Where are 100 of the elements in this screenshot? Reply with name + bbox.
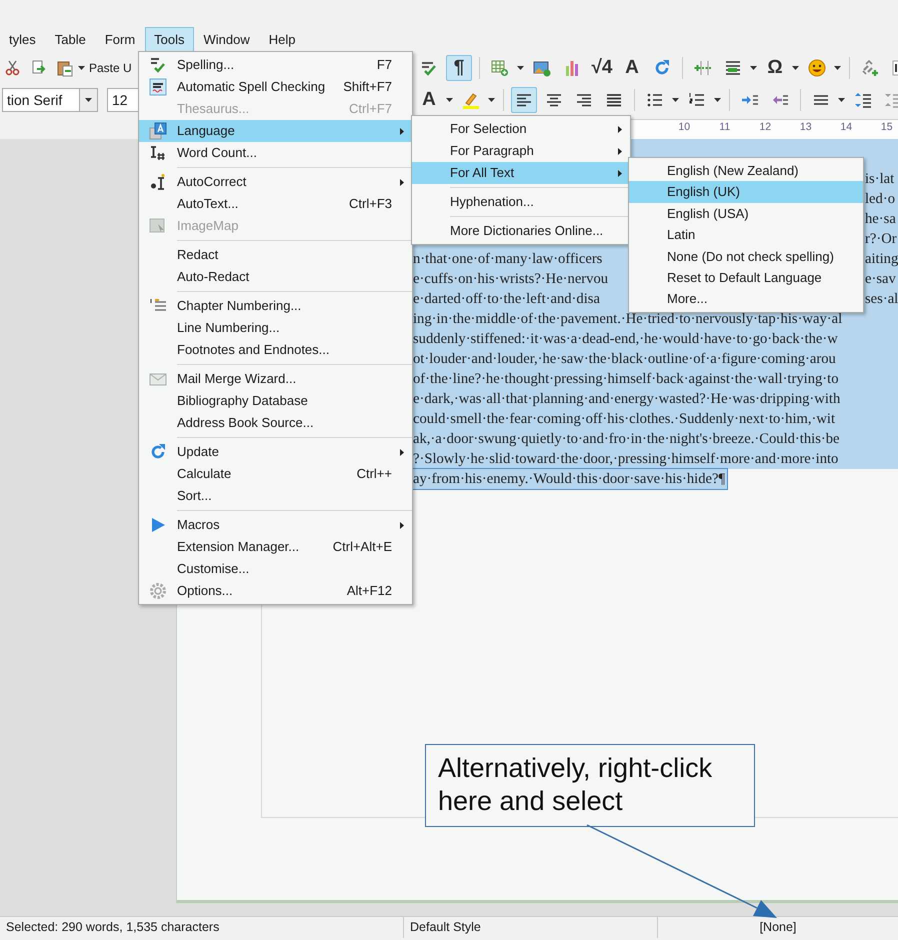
menu-item[interactable]: English (New Zealand) bbox=[629, 160, 863, 182]
caret-icon[interactable] bbox=[714, 98, 721, 102]
menu-item[interactable]: Language bbox=[139, 120, 412, 142]
document-text: suddenly·stiffened:·it·was·a·dead-end,·he·would·have·to·go·back·the·w bbox=[413, 330, 838, 349]
font-size-field[interactable]: 12 bbox=[107, 88, 141, 112]
caret-icon[interactable] bbox=[838, 98, 845, 102]
document-text: e·cuffs·on·his·wrists?·He·nervou bbox=[413, 270, 608, 289]
menu-item[interactable]: Latin bbox=[629, 224, 863, 246]
language-status[interactable]: [None] bbox=[760, 918, 796, 937]
toolbar-button[interactable]: A bbox=[619, 55, 645, 81]
menu-item[interactable]: Help bbox=[260, 27, 305, 53]
document-text: is·lat bbox=[865, 170, 894, 189]
document-text: he·sa bbox=[865, 210, 896, 229]
menu-item[interactable]: Line Numbering... bbox=[139, 317, 412, 339]
font-name-field[interactable]: tion Serif bbox=[2, 88, 98, 112]
menu-item[interactable]: Calculate Ctrl++ bbox=[139, 463, 412, 485]
submenu-arrow-icon bbox=[400, 448, 404, 456]
menu-item[interactable]: English (UK) bbox=[629, 181, 863, 203]
menu-item[interactable]: Chapter Numbering... bbox=[139, 295, 412, 317]
word-count-icon bbox=[149, 144, 167, 162]
toolbar-button[interactable]: Ω bbox=[762, 55, 788, 81]
caret-icon[interactable] bbox=[672, 98, 679, 102]
spellcheck-icon bbox=[149, 56, 167, 74]
document-text: aiting bbox=[865, 250, 898, 269]
language-icon bbox=[149, 122, 167, 140]
document-text: led·o bbox=[865, 190, 895, 209]
ruler-number: 14 bbox=[839, 120, 854, 135]
toolbar-button[interactable]: ¶ bbox=[446, 55, 472, 81]
menu-item[interactable]: Word Count... bbox=[139, 142, 412, 164]
menu-item[interactable]: More Dictionaries Online... bbox=[412, 220, 630, 242]
document-text: of·the·line?·he·thought·pressing·himself·back·against·the·wall·trying·to bbox=[413, 370, 838, 389]
menu-item[interactable]: Customise... bbox=[139, 558, 412, 580]
caret-icon[interactable] bbox=[78, 66, 85, 70]
menu-item[interactable]: Address Book Source... bbox=[139, 412, 412, 434]
menu-item[interactable]: Auto-Redact bbox=[139, 266, 412, 288]
menu-item[interactable]: Hyphenation... bbox=[412, 191, 630, 213]
menu-item[interactable]: More... bbox=[629, 288, 863, 310]
menu-item[interactable]: For All Text bbox=[412, 162, 630, 184]
menu-item[interactable]: AutoCorrect bbox=[139, 171, 412, 193]
submenu-arrow-icon bbox=[400, 522, 404, 528]
ruler-number: 12 bbox=[758, 120, 772, 135]
menu-item[interactable]: None (Do not check spelling) bbox=[629, 246, 863, 267]
menu-item[interactable]: Footnotes and Endnotes... bbox=[139, 339, 412, 361]
align-left-icon[interactable] bbox=[511, 87, 537, 113]
refresh-icon bbox=[149, 443, 167, 461]
menu-item[interactable]: Form bbox=[96, 27, 144, 53]
menu-item[interactable]: Mail Merge Wizard... bbox=[139, 368, 412, 390]
document-text: e·sav bbox=[865, 270, 896, 289]
menu-item[interactable]: Macros bbox=[139, 514, 412, 536]
document-text: could·smell·the·fear·coming·off·his·clothes.·Suddenly·next·to·him,·wit bbox=[413, 410, 836, 429]
menu-item[interactable]: Update bbox=[139, 441, 412, 463]
menu-item[interactable]: Options... Alt+F12 bbox=[139, 580, 412, 602]
menu-item[interactable]: Window bbox=[194, 27, 259, 53]
submenu-arrow-icon bbox=[618, 126, 622, 132]
menu-item[interactable]: AutoText... Ctrl+F3 bbox=[139, 193, 412, 215]
document-text: ses·al bbox=[865, 290, 898, 309]
menu-item[interactable]: For Paragraph bbox=[412, 140, 630, 162]
menu-item[interactable]: Sort... bbox=[139, 485, 412, 507]
caret-icon bbox=[85, 98, 92, 102]
caret-icon[interactable] bbox=[834, 66, 841, 70]
toolbar-button[interactable]: √4 bbox=[589, 55, 615, 81]
document-text: n·that·one·of·many·law·officers bbox=[413, 250, 602, 269]
submenu-arrow-icon bbox=[618, 148, 622, 154]
menu-item[interactable]: tyles bbox=[0, 27, 45, 53]
ruler-number: 15 bbox=[880, 120, 894, 135]
caret-icon[interactable] bbox=[517, 66, 524, 70]
menu-item[interactable]: Extension Manager... Ctrl+Alt+E bbox=[139, 536, 412, 558]
menu-item[interactable]: Bibliography Database bbox=[139, 390, 412, 412]
document-text: r?·Or bbox=[865, 230, 897, 249]
ruler-number: 13 bbox=[798, 120, 813, 135]
submenu-arrow-icon bbox=[618, 170, 622, 176]
menu-item[interactable]: For Selection bbox=[412, 118, 630, 140]
settings-icon bbox=[149, 582, 167, 600]
caret-icon[interactable] bbox=[488, 98, 495, 102]
caret-icon[interactable] bbox=[792, 66, 799, 70]
autospell-icon bbox=[149, 78, 167, 96]
image-map-icon bbox=[149, 217, 167, 235]
menu-item[interactable]: Reset to Default Language bbox=[629, 266, 863, 288]
menu-item[interactable]: Redact bbox=[139, 244, 412, 266]
caret-icon[interactable] bbox=[446, 98, 453, 102]
play-icon bbox=[149, 516, 167, 534]
paste-label[interactable]: Paste U bbox=[89, 59, 132, 77]
autocorrect-icon bbox=[149, 173, 167, 191]
menu-item[interactable]: Spelling... F7 bbox=[139, 54, 412, 76]
document-text: ot·louder·and·louder,·he·saw·the·black·outline·of·a·figure·coming·arou bbox=[413, 350, 836, 369]
toolbar-button[interactable]: A bbox=[416, 87, 442, 113]
menu-item[interactable]: Tools bbox=[145, 27, 194, 53]
document-text: ak,·a·door·swung·quietly·to·and·fro·in·the·night's·breeze.·Could·this·be bbox=[413, 430, 840, 449]
ruler-number: 10 bbox=[677, 120, 692, 135]
menu-item[interactable]: Automatic Spell Checking Shift+F7 bbox=[139, 76, 412, 98]
selection-status: Selected: 290 words, 1,535 characters bbox=[6, 919, 220, 936]
document-text: ?·Slowly·he·slid·toward·the·door,·pressing·himself·more·and·more·into bbox=[413, 450, 838, 469]
ruler-number: 11 bbox=[718, 120, 732, 135]
document-text: e·dark,·was·all·that·planning·and·energy·wasted?·He·was·dripping·with bbox=[413, 390, 840, 409]
caret-icon[interactable] bbox=[750, 66, 757, 70]
menu-item[interactable]: Table bbox=[46, 27, 95, 53]
document-text: e·darted·off·to·the·left·and·disa bbox=[413, 290, 600, 309]
document-text: ay·from·his·enemy.·Would·this·door·save·his·hide?¶ bbox=[413, 470, 726, 489]
menu-item[interactable]: English (USA) bbox=[629, 202, 863, 224]
submenu-arrow-icon bbox=[400, 128, 404, 134]
